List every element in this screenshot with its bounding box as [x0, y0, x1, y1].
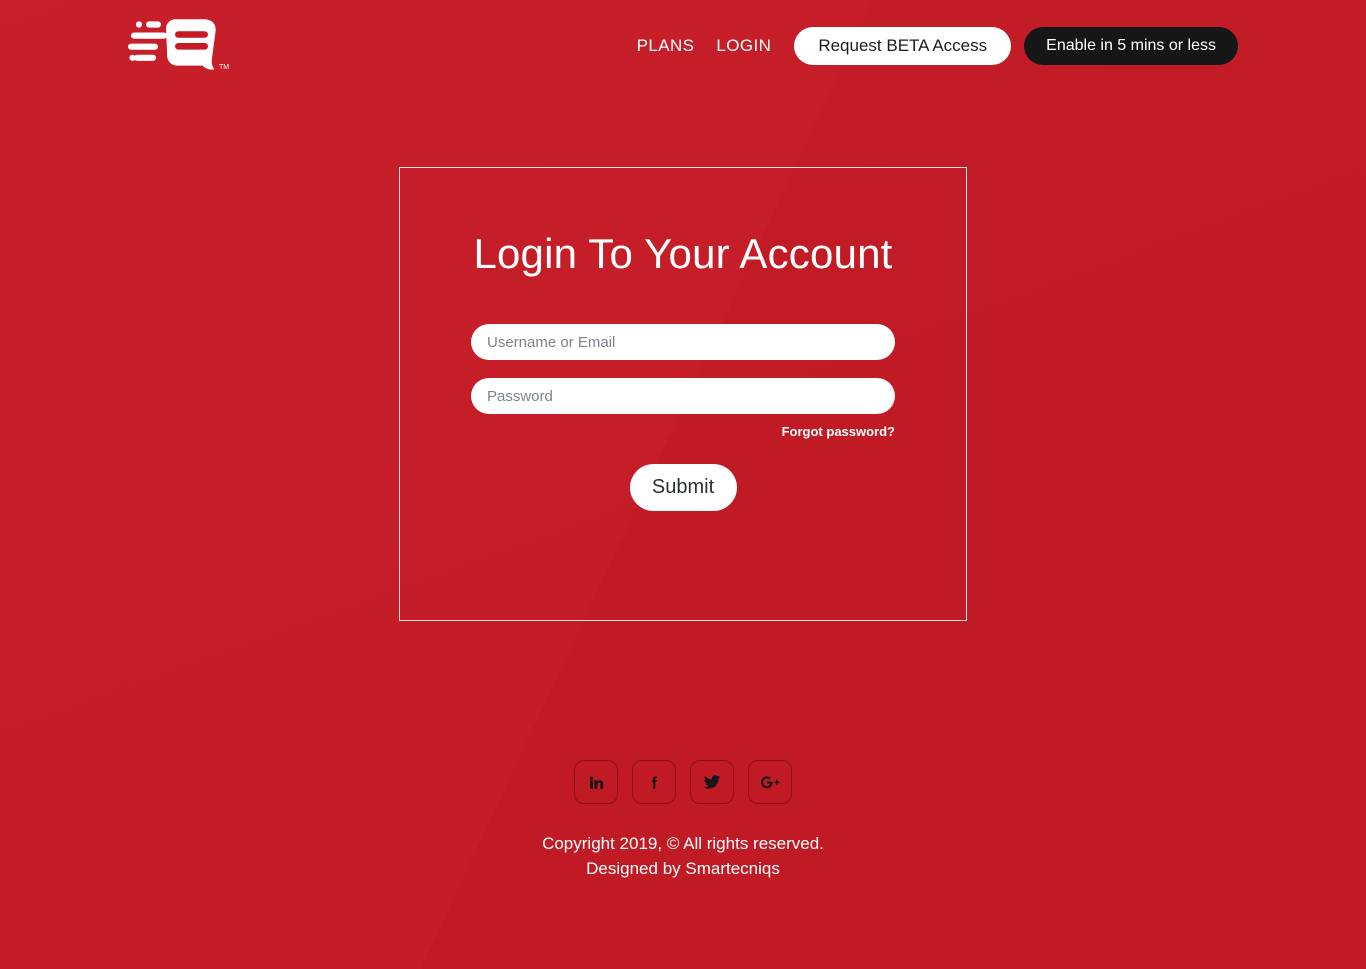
- forgot-password-link[interactable]: Forgot password?: [782, 424, 895, 439]
- submit-row: Submit: [471, 464, 895, 512]
- page-title: Login To Your Account: [473, 230, 893, 277]
- username-input[interactable]: [471, 324, 895, 361]
- social-links: [0, 760, 1366, 804]
- enable-in-5-mins-button[interactable]: Enable in 5 mins or less: [1024, 27, 1238, 65]
- login-card: Login To Your Account Forgot password? S…: [399, 167, 967, 621]
- social-link-twitter[interactable]: [690, 760, 734, 804]
- forgot-password-row: Forgot password?: [471, 423, 895, 441]
- password-input[interactable]: [471, 378, 895, 415]
- smartecniqs-logo[interactable]: TM: [128, 16, 236, 78]
- main-navigation: PLANS LOGIN Request BETA Access Enable i…: [626, 26, 1238, 66]
- linkedin-icon: [589, 775, 603, 789]
- logo-trademark: TM: [219, 64, 229, 71]
- site-footer: Copyright 2019, © All rights reserved. D…: [0, 760, 1366, 881]
- copyright-line-2: Designed by Smartecniqs: [586, 858, 780, 878]
- request-beta-access-button[interactable]: Request BETA Access: [794, 27, 1012, 65]
- submit-button[interactable]: Submit: [629, 464, 737, 512]
- site-header: TM PLANS LOGIN Request BETA Access Enabl…: [0, 0, 1366, 92]
- social-link-facebook[interactable]: [632, 760, 676, 804]
- login-form: Forgot password? Submit: [471, 324, 895, 512]
- copyright-text: Copyright 2019, © All rights reserved. D…: [0, 832, 1366, 881]
- copyright-line-1: Copyright 2019, © All rights reserved.: [542, 834, 824, 853]
- twitter-icon: [703, 775, 721, 789]
- facebook-icon: [651, 776, 657, 789]
- google-plus-icon: [761, 775, 780, 788]
- nav-link-plans[interactable]: PLANS: [626, 26, 706, 66]
- social-link-google-plus[interactable]: [748, 760, 792, 804]
- nav-link-login[interactable]: LOGIN: [705, 26, 782, 66]
- social-link-linkedin[interactable]: [574, 760, 618, 804]
